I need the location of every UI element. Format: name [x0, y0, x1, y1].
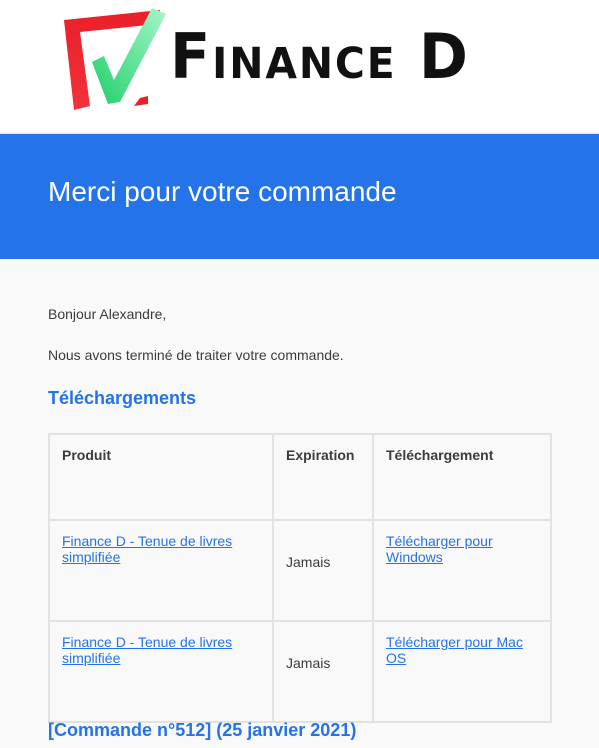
order-heading: [Commande n°512] (25 janvier 2021)	[48, 720, 357, 740]
column-header-expiration: Expiration	[272, 433, 374, 521]
column-header-product: Produit	[48, 433, 274, 521]
column-header-download: Téléchargement	[372, 433, 552, 521]
header-banner: Merci pour votre commande	[0, 133, 599, 259]
download-cell: Télécharger pour Windows	[372, 519, 552, 622]
intro-text: Nous avons terminé de traiter votre comm…	[48, 347, 344, 363]
downloads-heading: Téléchargements	[48, 388, 197, 408]
table-header-row: Produit Expiration Téléchargement	[48, 433, 552, 521]
greeting-text: Bonjour Alexandre,	[48, 306, 167, 322]
product-cell: Finance D - Tenue de livres simplifiée	[48, 620, 274, 723]
page-title: Merci pour votre commande	[48, 176, 397, 207]
table-row: Finance D - Tenue de livres simplifiée J…	[48, 519, 552, 622]
product-link[interactable]: Finance D - Tenue de livres simplifiée	[62, 533, 232, 565]
product-link[interactable]: Finance D - Tenue de livres simplifiée	[62, 634, 232, 666]
downloads-table: Produit Expiration Téléchargement Financ…	[48, 433, 552, 723]
logo-header: Finance D	[0, 0, 599, 132]
expiration-cell: Jamais	[272, 620, 374, 723]
download-cell: Télécharger pour Mac OS	[372, 620, 552, 723]
product-cell: Finance D - Tenue de livres simplifiée	[48, 519, 274, 622]
expiration-cell: Jamais	[272, 519, 374, 622]
checkmark-in-box-icon	[64, 8, 166, 110]
download-windows-link[interactable]: Télécharger pour Windows	[386, 533, 493, 565]
table-row: Finance D - Tenue de livres simplifiée J…	[48, 620, 552, 723]
download-mac-link[interactable]: Télécharger pour Mac OS	[386, 634, 523, 666]
logo-wordmark: Finance D	[170, 20, 470, 93]
